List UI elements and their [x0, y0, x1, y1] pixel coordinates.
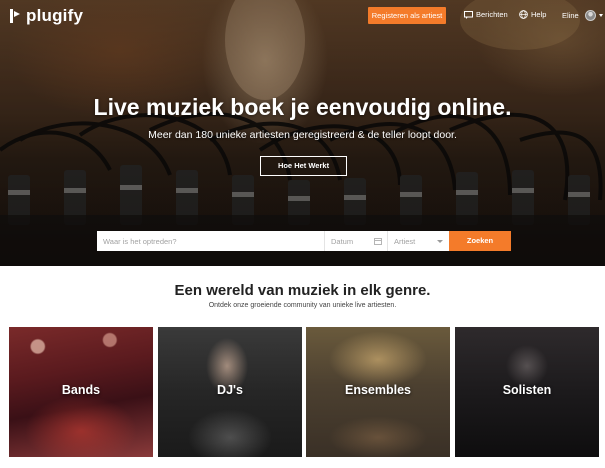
help-label: Help [531, 10, 547, 19]
genre-label: DJ's [217, 383, 243, 397]
genre-tile-ensembles[interactable]: Ensembles [306, 327, 450, 457]
hero-banner: plugify Registeren als artiest Berichten… [0, 0, 605, 266]
help-link[interactable]: Help [519, 10, 546, 19]
avatar [584, 10, 596, 21]
messages-label: Berichten [476, 10, 508, 19]
section-title: Een wereld van muziek in elk genre. [174, 282, 431, 299]
chevron-down-icon [598, 14, 603, 17]
hero-title: Live muziek boek je eenvoudig online. [93, 94, 512, 120]
section-subtitle: Ontdek onze groeiende community van unie… [208, 302, 397, 309]
genre-label: Ensembles [344, 383, 411, 397]
artist-select[interactable]: Artiest [388, 231, 449, 251]
chevron-down-icon [437, 240, 443, 243]
search-bar: Datum Artiest Zoeken [97, 231, 511, 251]
location-search-input[interactable] [97, 231, 325, 251]
plug-logo-icon [10, 9, 20, 23]
genre-tile-djs[interactable]: DJ's [158, 327, 302, 457]
user-menu[interactable]: Eline [562, 10, 603, 21]
date-field[interactable]: Datum [325, 231, 388, 251]
genre-label: Solisten [502, 383, 552, 397]
messages-link[interactable]: Berichten [464, 10, 508, 19]
genre-label: Bands [61, 383, 101, 397]
globe-icon [519, 10, 528, 19]
search-button[interactable]: Zoeken [449, 231, 511, 251]
hero-subtitle: Meer dan 180 unieke artiesten geregistre… [148, 129, 457, 141]
how-it-works-button[interactable]: Hoe Het Werkt [260, 156, 347, 176]
messages-icon [464, 10, 473, 19]
date-placeholder: Datum [331, 236, 354, 246]
register-artist-button[interactable]: Registeren als artiest [368, 7, 446, 24]
brand-name: plugify [26, 6, 84, 25]
genre-tile-solisten[interactable]: Solisten [455, 327, 599, 457]
calendar-icon [374, 238, 382, 245]
logo[interactable]: plugify [8, 6, 83, 26]
artist-placeholder: Artiest [394, 236, 416, 246]
top-navigation: plugify Registeren als artiest Berichten… [0, 0, 605, 32]
genre-tile-bands[interactable]: Bands [9, 327, 153, 457]
user-name: Eline [562, 11, 579, 20]
